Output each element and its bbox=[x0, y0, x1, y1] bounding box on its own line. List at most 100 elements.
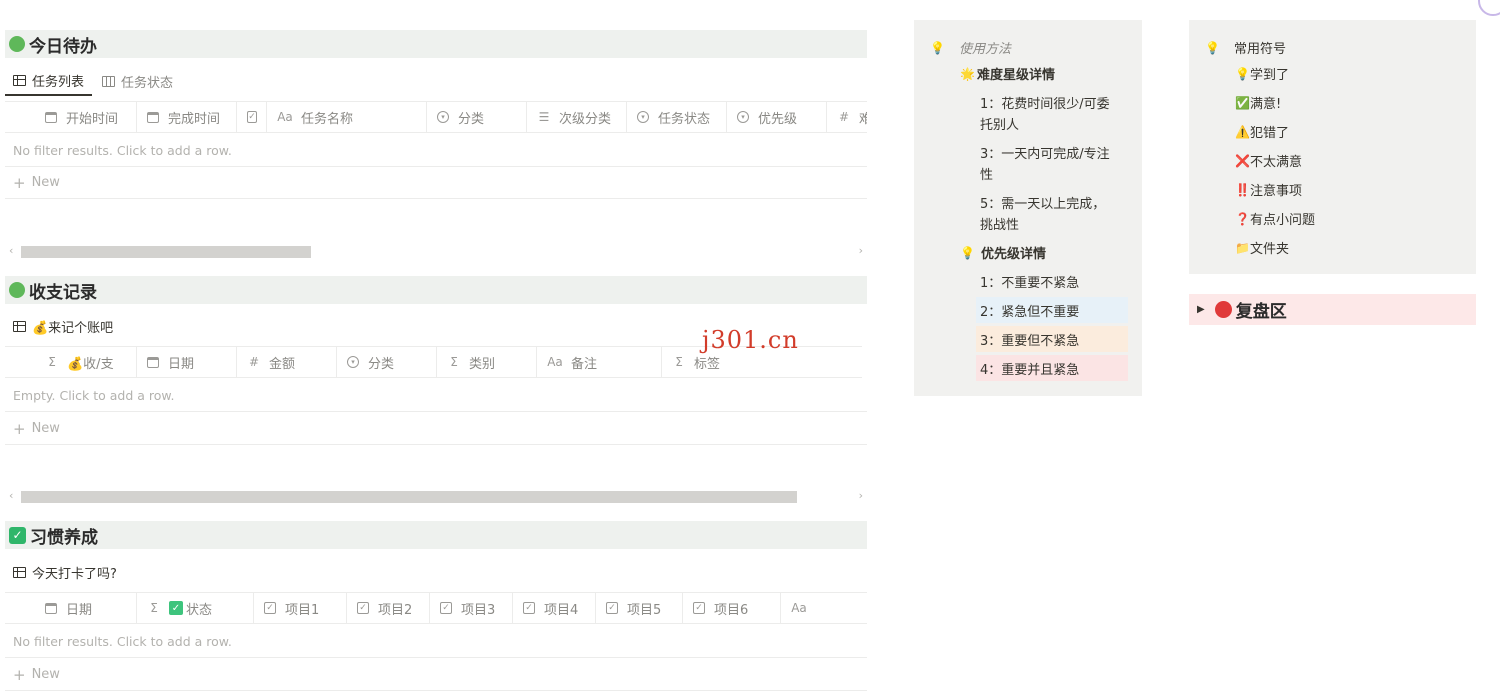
column-header-priority[interactable]: ▾ 优先级 bbox=[727, 102, 827, 132]
column-header-end-time[interactable]: 完成时间 bbox=[137, 102, 237, 132]
finance-empty-row[interactable]: Empty. Click to add a row. bbox=[5, 380, 867, 412]
scrollbar-thumb[interactable] bbox=[21, 491, 797, 503]
priority-item-4: 4：重要并且紧急 bbox=[976, 355, 1128, 381]
usage-title-line: 💡 使用方法 bbox=[930, 38, 1011, 58]
column-header-difficulty[interactable]: #难度星 bbox=[827, 102, 867, 132]
number-icon: # bbox=[248, 355, 260, 369]
difficulty-title-line: 🌟 难度星级详情 bbox=[960, 64, 1055, 84]
todo-empty-row[interactable]: No filter results. Click to add a row. bbox=[5, 135, 867, 167]
column-header-item-6[interactable]: ✓ 项目6 bbox=[683, 593, 781, 623]
checkbox-icon: ✓ bbox=[693, 602, 705, 614]
tab-task-list-label: 任务列表 bbox=[32, 74, 85, 90]
select-icon: ▾ bbox=[737, 111, 749, 123]
avatar[interactable] bbox=[1478, 0, 1500, 16]
column-header-item-1[interactable]: ✓ 项目1 bbox=[254, 593, 347, 623]
number-icon: # bbox=[838, 110, 850, 124]
difficulty-item: 3：一天内可完成/专注 bbox=[980, 147, 1110, 162]
finance-horizontal-scrollbar[interactable]: ‹ › bbox=[5, 489, 867, 503]
habit-view-tab[interactable]: 今天打卡了吗? bbox=[13, 562, 117, 582]
text-icon: Aa bbox=[547, 355, 563, 369]
column-header-item-4[interactable]: ✓ 项目4 bbox=[513, 593, 596, 623]
light-bulb-icon: 💡 bbox=[960, 245, 975, 260]
table-icon bbox=[13, 74, 26, 86]
calendar-icon bbox=[45, 111, 57, 123]
todo-horizontal-scrollbar[interactable]: ‹ › bbox=[5, 244, 867, 258]
column-header-item-3[interactable]: ✓ 项目3 bbox=[430, 593, 513, 623]
review-title: 复盘区 bbox=[1235, 302, 1287, 322]
board-icon bbox=[102, 75, 116, 87]
todo-new-row-button[interactable]: + New bbox=[5, 167, 867, 199]
symbol-item: ✅ 满意! bbox=[1235, 95, 1282, 113]
column-header-task-status[interactable]: ▾ 任务状态 bbox=[627, 102, 727, 132]
symbols-title-line: 💡 常用符号 bbox=[1205, 38, 1286, 58]
column-header-date[interactable]: 日期 bbox=[137, 347, 237, 377]
column-header-note[interactable]: Aa 备注 bbox=[537, 347, 662, 377]
column-header-category[interactable]: ▾ 分类 bbox=[337, 347, 437, 377]
scroll-left-icon[interactable]: ‹ bbox=[9, 244, 13, 257]
plus-icon: + bbox=[13, 665, 26, 684]
toggle-arrow-icon[interactable]: ▶ bbox=[1197, 304, 1205, 315]
column-header-start-time[interactable]: 开始时间 bbox=[5, 102, 137, 132]
column-header-subcategory[interactable]: ☰ 次级分类 bbox=[527, 102, 627, 132]
habit-section-header[interactable]: ✓ 习惯养成 bbox=[5, 521, 867, 549]
scroll-right-icon[interactable]: › bbox=[859, 244, 863, 257]
todo-view-tabs: 任务列表 任务状态 bbox=[5, 66, 867, 96]
finance-new-row-button[interactable]: + New bbox=[5, 413, 867, 445]
watermark-text: j301.cn bbox=[702, 326, 799, 354]
symbol-item: ⚠️ 犯错了 bbox=[1235, 124, 1289, 142]
difficulty-item: 性 bbox=[980, 168, 994, 183]
multiselect-icon: ☰ bbox=[538, 110, 550, 124]
todo-section-header[interactable]: 今日待办 bbox=[5, 30, 867, 58]
symbol-item: 💡 学到了 bbox=[1235, 66, 1289, 84]
finance-view-tab[interactable]: 💰来记个账吧 bbox=[13, 316, 113, 336]
scroll-right-icon[interactable]: › bbox=[859, 489, 863, 502]
plus-icon: + bbox=[13, 419, 26, 438]
select-icon: ▾ bbox=[347, 356, 359, 368]
difficulty-item: 挑战性 bbox=[980, 218, 1020, 233]
select-icon: ▾ bbox=[637, 111, 649, 123]
difficulty-item: 5：需一天以上完成， bbox=[980, 197, 1106, 212]
review-toggle[interactable]: ▶ 复盘区 bbox=[1189, 294, 1476, 325]
check-mark-icon: ✓ bbox=[169, 601, 183, 615]
todo-column-headers: 开始时间 完成时间 ✓ Aa 任务名称 ▾ 分类 ☰ 次级分类 ▾ 任务状态 ▾ 优先级 … bbox=[5, 101, 867, 133]
light-bulb-icon: 💡 bbox=[930, 40, 945, 55]
finance-section-header[interactable]: 收支记录 bbox=[5, 276, 867, 304]
question-mark-icon: ❓ bbox=[1235, 211, 1250, 226]
light-bulb-icon: 💡 bbox=[1235, 66, 1250, 81]
table-icon bbox=[13, 320, 26, 332]
text-icon: Aa bbox=[277, 110, 293, 124]
scroll-left-icon[interactable]: ‹ bbox=[9, 489, 13, 502]
column-header-task-name[interactable]: Aa 任务名称 bbox=[267, 102, 427, 132]
column-header-status[interactable]: Σ ✓ 状态 bbox=[137, 593, 254, 623]
column-header-item-5[interactable]: ✓ 项目5 bbox=[596, 593, 683, 623]
tab-task-list[interactable]: 任务列表 bbox=[5, 66, 93, 96]
column-header-item-2[interactable]: ✓ 项目2 bbox=[347, 593, 430, 623]
check-mark-icon: ✓ bbox=[9, 526, 26, 544]
column-header-checkbox[interactable]: ✓ bbox=[237, 102, 267, 132]
red-circle-icon bbox=[1214, 301, 1232, 318]
warning-icon: ⚠️ bbox=[1235, 124, 1250, 139]
star-icon: 🌟 bbox=[960, 66, 975, 81]
habit-new-row-button[interactable]: + New bbox=[5, 659, 867, 691]
double-exclamation-icon: ‼️ bbox=[1235, 182, 1250, 197]
column-header-category[interactable]: ▾ 分类 bbox=[427, 102, 527, 132]
tab-task-status[interactable]: 任务状态 bbox=[94, 66, 181, 96]
check-mark-icon: ✅ bbox=[1235, 95, 1250, 110]
column-header-text[interactable]: Aa bbox=[781, 593, 867, 623]
symbol-item: ❌ 不太满意 bbox=[1235, 153, 1302, 171]
green-circle-icon bbox=[9, 282, 25, 298]
checkbox-icon: ✓ bbox=[440, 602, 452, 614]
usage-title: 使用方法 bbox=[958, 42, 1011, 57]
todo-title: 今日待办 bbox=[29, 36, 97, 57]
difficulty-item: 托别人 bbox=[980, 118, 1020, 133]
formula-icon: Σ bbox=[150, 601, 158, 615]
habit-empty-row[interactable]: No filter results. Click to add a row. bbox=[5, 626, 867, 658]
column-header-type[interactable]: Σ 类别 bbox=[437, 347, 537, 377]
cross-mark-icon: ❌ bbox=[1235, 153, 1250, 168]
scrollbar-thumb[interactable] bbox=[21, 246, 311, 258]
tab-task-status-label: 任务状态 bbox=[121, 75, 174, 91]
column-header-income-expense[interactable]: Σ 💰收/支 bbox=[5, 347, 137, 377]
column-header-date[interactable]: 日期 bbox=[5, 593, 137, 623]
priority-item-1: 1：不重要不紧急 bbox=[980, 275, 1080, 291]
column-header-amount[interactable]: # 金额 bbox=[237, 347, 337, 377]
